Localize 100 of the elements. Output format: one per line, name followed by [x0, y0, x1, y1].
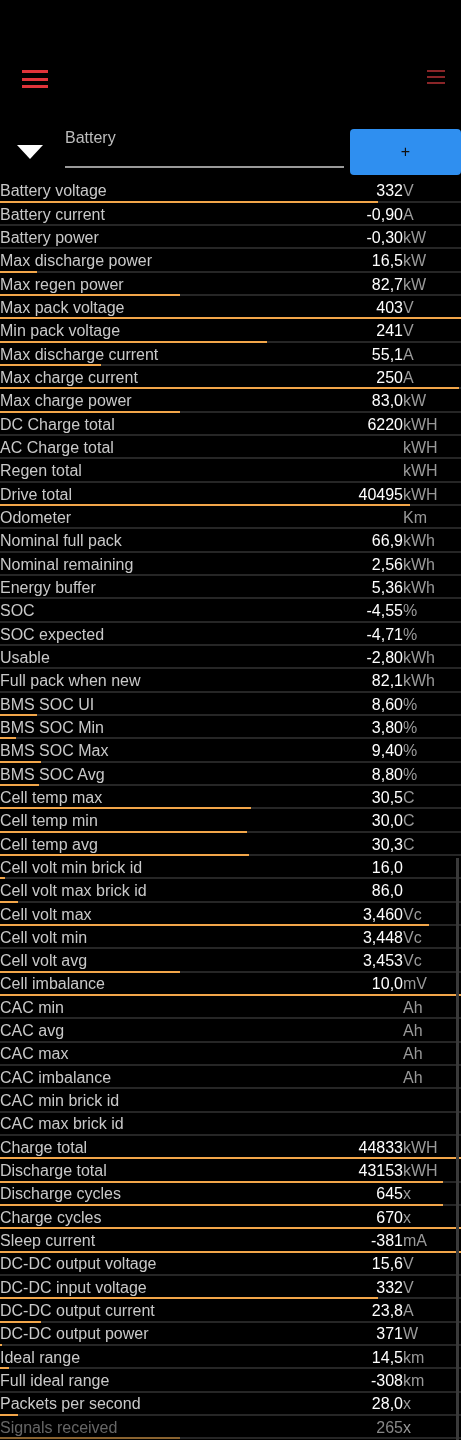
menu-button[interactable]: [22, 68, 48, 90]
metric-unit: kWH: [403, 415, 438, 434]
metric-unit: V: [403, 298, 414, 317]
metric-label: Packets per second: [0, 1395, 142, 1414]
metric-value: 3,80: [371, 718, 403, 737]
metric-value: 55,1: [371, 345, 403, 364]
metric-value: -0,30: [366, 229, 403, 247]
metric-label: Sleep current: [0, 1232, 97, 1251]
metric-value: 44833: [358, 1138, 403, 1157]
metric-unit: mV: [403, 975, 427, 994]
metric-value: 645: [376, 1185, 403, 1204]
metric-label: Max discharge current: [0, 345, 160, 364]
metric-label: Discharge total: [0, 1162, 108, 1181]
metric-label: Cell temp min: [0, 812, 99, 831]
metric-unit: kWh: [403, 532, 435, 551]
metric-value: 670: [376, 1208, 403, 1227]
metric-unit: V: [403, 1278, 414, 1297]
metric-value: -0,90: [366, 205, 403, 224]
metric-label: Energy buffer: [0, 578, 97, 597]
metric-unit: kW: [403, 252, 427, 271]
metric-unit: mA: [403, 1232, 427, 1251]
metric-label: BMS SOC UI: [0, 695, 96, 714]
metric-value: 28,0: [371, 1395, 403, 1414]
metric-value: 332: [376, 182, 403, 201]
metric-value: 82,7: [371, 275, 403, 294]
metric-label: Battery power: [0, 229, 100, 247]
metric-label: CAC imbalance: [0, 1068, 113, 1087]
metric-label: Full ideal range: [0, 1372, 111, 1391]
metric-unit: C: [403, 788, 415, 807]
metric-value: 332: [376, 1278, 403, 1297]
metric-value: 3,453: [362, 952, 403, 971]
metric-unit: Ah: [403, 1068, 423, 1087]
metric-unit: A: [403, 368, 414, 387]
metric-label: Regen total: [0, 462, 83, 481]
metric-label: BMS SOC Max: [0, 742, 110, 761]
metric-value: 43153: [358, 1162, 403, 1181]
metric-value: 6220: [367, 415, 403, 434]
metric-value: 9,40: [371, 742, 403, 761]
metric-label: Cell volt avg: [0, 952, 89, 971]
metric-label: Cell volt max brick id: [0, 882, 148, 901]
metric-unit: Vc: [403, 952, 422, 971]
metric-value: 403: [376, 298, 403, 317]
metric-unit: Vc: [403, 928, 422, 947]
metric-value: 66,9: [371, 532, 403, 551]
metric-value: 82,1: [371, 672, 403, 691]
metric-label: Max charge power: [0, 392, 133, 411]
metric-value: 250: [376, 368, 403, 387]
metric-unit: W: [403, 1325, 419, 1344]
metric-value: 8,60: [371, 695, 403, 714]
metric-label: BMS SOC Avg: [0, 765, 106, 784]
metric-unit: kWH: [403, 462, 438, 481]
metric-unit: Ah: [403, 998, 423, 1017]
metric-value: 8,80: [371, 765, 403, 784]
metric-label: Cell volt min: [0, 928, 89, 947]
metric-unit: kWh: [403, 578, 435, 597]
metric-label: CAC avg: [0, 1022, 66, 1041]
category-field[interactable]: Battery: [65, 124, 344, 168]
metric-value: 30,3: [371, 835, 403, 854]
metric-unit: Vc: [403, 905, 422, 924]
metric-unit: V: [403, 322, 414, 341]
metric-value: 15,6: [371, 1255, 403, 1274]
metric-unit: C: [403, 835, 415, 854]
metric-unit: x: [403, 1395, 411, 1414]
metric-value: 3,448: [362, 928, 403, 947]
metric-label: CAC max brick id: [0, 1115, 125, 1134]
metric-label: Charge cycles: [0, 1208, 103, 1227]
metric-unit: kW: [403, 275, 427, 294]
metric-label: Discharge cycles: [0, 1185, 122, 1204]
metric-label: Ideal range: [0, 1348, 82, 1367]
metric-label: Charge total: [0, 1138, 89, 1157]
metric-unit: kW: [403, 229, 427, 247]
dropdown-triangle-icon[interactable]: [17, 145, 43, 159]
metric-label: Signals received: [0, 1418, 119, 1437]
metric-value: -4,71: [366, 625, 403, 644]
add-button[interactable]: +: [350, 129, 461, 175]
metric-label: Usable: [0, 648, 51, 667]
metric-unit: kWH: [403, 485, 438, 504]
metric-unit: A: [403, 345, 414, 364]
metric-label: Battery voltage: [0, 182, 108, 201]
metric-unit: x: [403, 1185, 411, 1204]
metric-value: -4,55: [366, 602, 403, 621]
metric-value: 5,36: [371, 578, 403, 597]
metric-unit: kWh: [403, 648, 435, 667]
metric-label: DC Charge total: [0, 415, 116, 434]
metric-unit: kWH: [403, 1138, 438, 1157]
metric-unit: kWh: [403, 555, 435, 574]
metric-label: DC-DC input voltage: [0, 1278, 148, 1297]
metric-value: 40495: [358, 485, 403, 504]
metric-value: 3,460: [362, 905, 403, 924]
metric-value: 241: [376, 322, 403, 341]
metric-label: CAC min: [0, 998, 65, 1017]
metric-value: 14,5: [371, 1348, 403, 1367]
metric-label: SOC expected: [0, 625, 106, 644]
metric-label: BMS SOC Min: [0, 718, 105, 737]
metric-label: Max pack voltage: [0, 298, 126, 317]
metric-label: AC Charge total: [0, 438, 115, 457]
metric-label: Full pack when new: [0, 672, 142, 691]
metric-unit: %: [403, 742, 418, 761]
metric-unit: km: [403, 1348, 425, 1367]
metric-label: Max regen power: [0, 275, 125, 294]
